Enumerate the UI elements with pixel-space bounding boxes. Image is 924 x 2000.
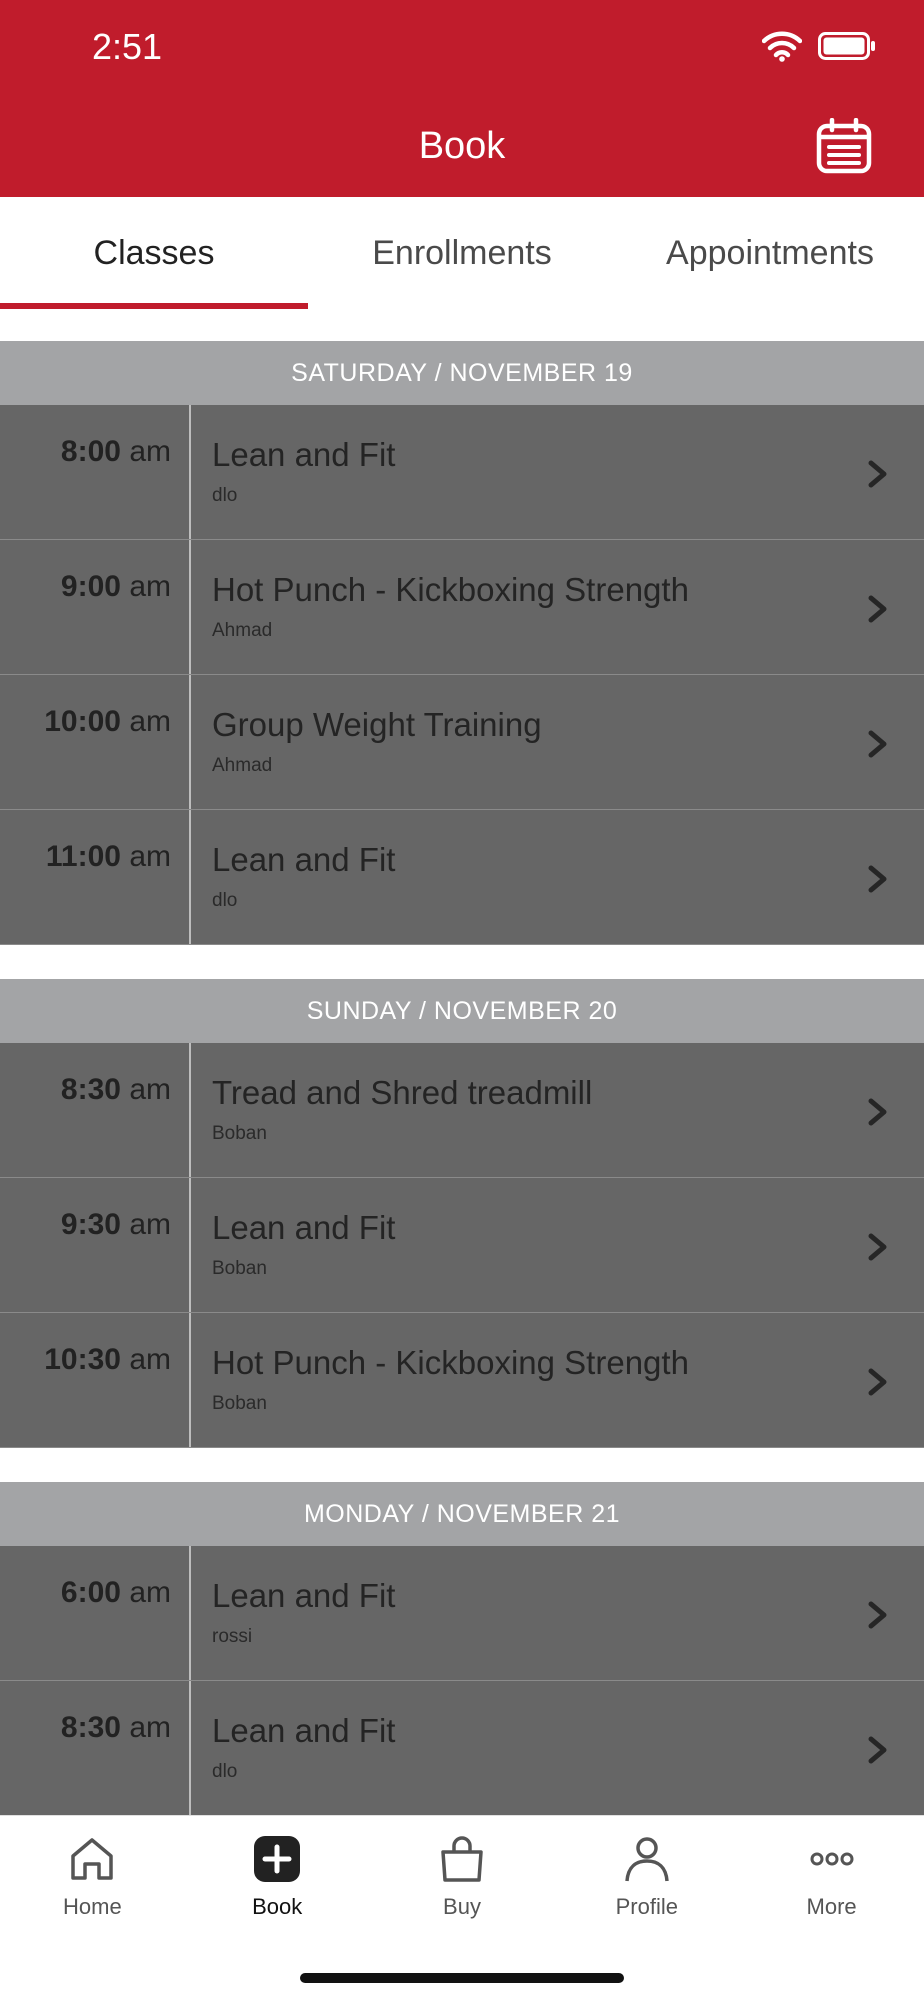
class-time: 8:30 am bbox=[0, 1681, 191, 1816]
class-name: Lean and Fit bbox=[212, 1209, 396, 1246]
class-time: 10:30 am bbox=[0, 1313, 191, 1447]
tab-classes[interactable]: Classes bbox=[0, 197, 308, 309]
nav-more[interactable]: More bbox=[739, 1816, 924, 1936]
class-name: Hot Punch - Kickboxing Strength bbox=[212, 571, 689, 608]
chevron-right-icon bbox=[868, 1098, 887, 1126]
class-name: Tread and Shred treadmill bbox=[212, 1074, 593, 1111]
nav-buy[interactable]: Buy bbox=[370, 1816, 555, 1936]
instructor-name: Boban bbox=[212, 1258, 267, 1279]
class-name: Lean and Fit bbox=[212, 436, 396, 473]
calendar-icon[interactable] bbox=[816, 118, 872, 174]
chevron-right-icon bbox=[868, 1601, 887, 1629]
status-icons bbox=[762, 30, 876, 62]
tab-enrollments[interactable]: Enrollments bbox=[308, 197, 616, 309]
nav-label: Book bbox=[252, 1894, 303, 1919]
tab-bar: Classes Enrollments Appointments bbox=[0, 197, 924, 309]
day-header: SATURDAY / NOVEMBER 19 bbox=[0, 341, 924, 405]
class-name: Group Weight Training bbox=[212, 706, 542, 743]
instructor-name: rossi bbox=[212, 1626, 253, 1647]
class-row[interactable]: 8:30 am Lean and Fit dlo bbox=[0, 1681, 924, 1816]
class-name: Lean and Fit bbox=[212, 841, 396, 878]
instructor-name: dlo bbox=[212, 485, 238, 506]
home-indicator bbox=[300, 1973, 624, 1983]
instructor-name: Boban bbox=[212, 1123, 267, 1144]
class-row[interactable]: 9:30 am Lean and Fit Boban bbox=[0, 1178, 924, 1313]
instructor-name: dlo bbox=[212, 1761, 238, 1782]
section-gap bbox=[0, 945, 924, 979]
nav-label: Home bbox=[63, 1894, 122, 1919]
more-icon bbox=[810, 1852, 854, 1866]
instructor-name: Boban bbox=[212, 1393, 267, 1414]
class-name: Lean and Fit bbox=[212, 1577, 396, 1614]
class-time: 6:00 am bbox=[0, 1546, 191, 1680]
class-name: Hot Punch - Kickboxing Strength bbox=[212, 1344, 689, 1381]
profile-icon bbox=[625, 1837, 669, 1882]
page-title: Book bbox=[418, 125, 506, 167]
class-row[interactable]: 9:00 am Hot Punch - Kickboxing Strength A… bbox=[0, 540, 924, 675]
nav-label: More bbox=[806, 1894, 857, 1919]
chevron-right-icon bbox=[868, 1368, 887, 1396]
chevron-right-icon bbox=[868, 460, 887, 488]
class-row[interactable]: 10:30 am Hot Punch - Kickboxing Strength… bbox=[0, 1313, 924, 1448]
chevron-right-icon bbox=[868, 595, 887, 623]
class-row[interactable]: 8:30 am Tread and Shred treadmill Boban bbox=[0, 1043, 924, 1178]
instructor-name: Ahmad bbox=[212, 755, 273, 776]
day-header: MONDAY / NOVEMBER 21 bbox=[0, 1482, 924, 1546]
tab-appointments[interactable]: Appointments bbox=[616, 197, 924, 309]
class-time: 8:30 am bbox=[0, 1043, 191, 1177]
chevron-right-icon bbox=[868, 1233, 887, 1261]
class-time: 9:00 am bbox=[0, 540, 191, 674]
bottom-nav: Home Book Buy Profile More bbox=[0, 1815, 924, 2000]
class-time: 11:00 am bbox=[0, 810, 191, 944]
battery-icon bbox=[818, 32, 875, 60]
nav-book[interactable]: Book bbox=[185, 1816, 370, 1936]
class-time: 9:30 am bbox=[0, 1178, 191, 1312]
class-row[interactable]: 8:00 am Lean and Fit dlo bbox=[0, 405, 924, 540]
app-header: 2:51 Book bbox=[0, 0, 924, 197]
class-time: 8:00 am bbox=[0, 405, 191, 539]
class-time: 10:00 am bbox=[0, 675, 191, 809]
class-row[interactable]: 6:00 am Lean and Fit rossi bbox=[0, 1546, 924, 1681]
class-row[interactable]: 10:00 am Group Weight Training Ahmad bbox=[0, 675, 924, 810]
chevron-right-icon bbox=[868, 730, 887, 758]
instructor-name: Ahmad bbox=[212, 620, 273, 641]
nav-label: Buy bbox=[443, 1894, 481, 1919]
nav-profile[interactable]: Profile bbox=[554, 1816, 739, 1936]
shopping-bag-icon bbox=[441, 1836, 483, 1882]
nav-label: Profile bbox=[615, 1894, 678, 1919]
wifi-icon bbox=[762, 31, 802, 62]
chevron-right-icon bbox=[868, 865, 887, 893]
class-name: Lean and Fit bbox=[212, 1712, 396, 1749]
section-gap bbox=[0, 1448, 924, 1482]
status-time: 2:51 bbox=[92, 26, 163, 67]
class-schedule: SATURDAY / NOVEMBER 19 8:00 am Lean and … bbox=[0, 341, 924, 1816]
home-icon bbox=[71, 1838, 114, 1880]
class-row[interactable]: 11:00 am Lean and Fit dlo bbox=[0, 810, 924, 945]
book-plus-icon bbox=[254, 1836, 301, 1882]
instructor-name: dlo bbox=[212, 890, 238, 911]
nav-home[interactable]: Home bbox=[0, 1816, 185, 1936]
chevron-right-icon bbox=[868, 1736, 887, 1764]
day-header: SUNDAY / NOVEMBER 20 bbox=[0, 979, 924, 1043]
